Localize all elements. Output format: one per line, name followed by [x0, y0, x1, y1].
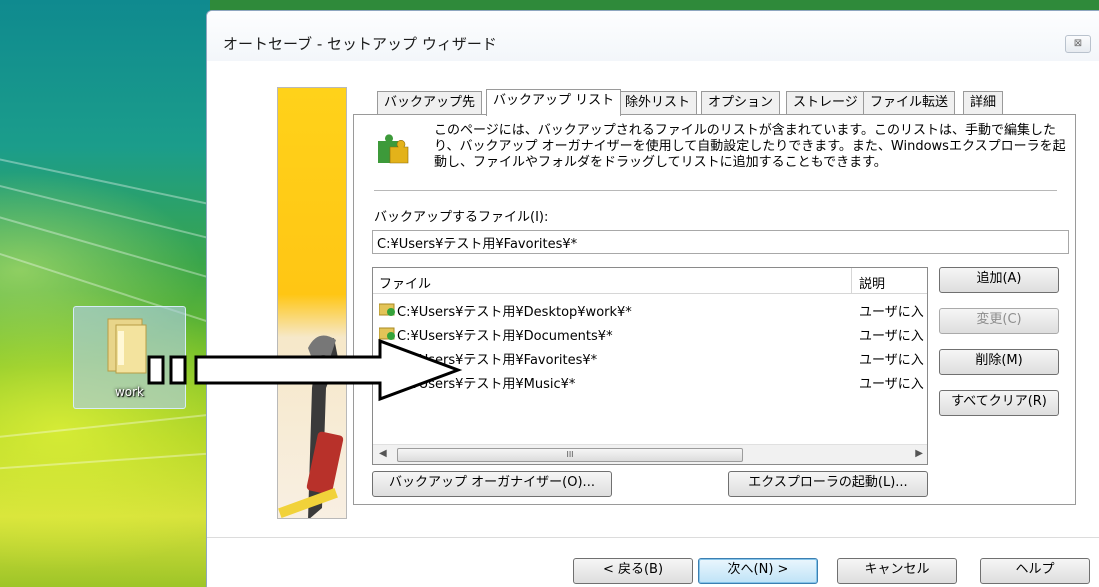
close-button[interactable]: ⊠	[1065, 35, 1091, 53]
wizard-client: バックアップ先 バックアップ リスト 除外リスト オプション ストレージ ファイ…	[207, 61, 1099, 587]
horizontal-scrollbar[interactable]: ◀ III ▶	[373, 444, 927, 464]
title-bar: オートセーブ - セットアップ ウィザード ⊠	[207, 11, 1099, 61]
wizard-side-image	[277, 87, 347, 519]
list-item-path: C:¥Users¥テスト用¥Desktop¥work¥*	[397, 305, 632, 320]
tab-details[interactable]: 詳細	[963, 91, 1004, 115]
cancel-button[interactable]: キャンセル	[837, 558, 957, 584]
list-item[interactable]: C:¥Users¥テスト用¥Favorites¥* ユーザに入	[373, 346, 927, 370]
column-header-file[interactable]: ファイル	[379, 273, 431, 292]
next-button[interactable]: 次へ(N) >	[698, 558, 818, 584]
list-item[interactable]: C:¥Users¥テスト用¥Documents¥* ユーザに入	[373, 322, 927, 346]
tab-backup-destination[interactable]: バックアップ先	[377, 91, 483, 115]
column-header-description[interactable]: 説明	[859, 273, 885, 292]
puzzle-icon	[378, 134, 409, 164]
page-description: このページには、バックアップされるファイルのリストが含まれています。このリストは…	[434, 123, 1066, 170]
tab-file-transfer[interactable]: ファイル転送	[863, 91, 956, 115]
list-item[interactable]: C:¥Users¥テスト用¥Desktop¥work¥* ユーザに入	[373, 298, 927, 322]
list-item-path: C:¥Users¥テスト用¥Favorites¥*	[397, 353, 598, 368]
list-item-description: ユーザに入	[859, 305, 924, 320]
scroll-thumb[interactable]: III	[397, 448, 743, 462]
list-item[interactable]: C:¥Users¥テスト用¥Music¥* ユーザに入	[373, 370, 927, 394]
files-to-backup-label: バックアップするファイル(I):	[374, 210, 549, 225]
back-button[interactable]: < 戻る(B)	[573, 558, 693, 584]
delete-button[interactable]: 削除(M)	[939, 349, 1059, 375]
scroll-right-icon[interactable]: ▶	[915, 448, 923, 459]
tab-backup-list[interactable]: バックアップ リスト	[486, 89, 622, 116]
list-item-description: ユーザに入	[859, 329, 924, 344]
footer-divider	[207, 537, 1099, 538]
files-to-backup-field[interactable]: C:¥Users¥テスト用¥Favorites¥*	[372, 230, 1069, 254]
desktop-icon-work[interactable]: work	[73, 306, 186, 409]
divider	[374, 190, 1057, 191]
setup-wizard-window: オートセーブ - セットアップ ウィザード ⊠ バックアップ先 バックアップ リ…	[206, 10, 1099, 587]
folder-add-icon	[379, 327, 395, 340]
folder-icon	[107, 318, 147, 374]
list-header: ファイル 説明	[373, 268, 927, 294]
backup-organizer-button[interactable]: バックアップ オーガナイザー(O)...	[372, 471, 612, 497]
help-button[interactable]: ヘルプ	[980, 558, 1090, 584]
list-item-path: C:¥Users¥テスト用¥Documents¥*	[397, 329, 613, 344]
backup-list-panel: このページには、バックアップされるファイルのリストが含まれています。このリストは…	[353, 114, 1076, 505]
tab-options[interactable]: オプション	[701, 91, 781, 115]
backup-file-list[interactable]: ファイル 説明 C:¥Users¥テスト用¥Desktop¥work¥* ユーザ…	[372, 267, 928, 465]
scroll-left-icon[interactable]: ◀	[379, 448, 387, 459]
launch-explorer-button[interactable]: エクスプローラの起動(L)...	[728, 471, 928, 497]
desktop-background	[0, 0, 260, 587]
column-separator	[851, 268, 852, 294]
list-item-path: C:¥Users¥テスト用¥Music¥*	[397, 377, 576, 392]
list-item-description: ユーザに入	[859, 377, 924, 392]
desktop-icon-label: work	[114, 385, 145, 399]
change-button[interactable]: 変更(C)	[939, 308, 1059, 334]
list-item-description: ユーザに入	[859, 353, 924, 368]
folder-add-icon	[379, 375, 395, 388]
tab-storage[interactable]: ストレージ	[786, 91, 865, 115]
tools-illustration	[278, 335, 344, 518]
folder-add-icon	[379, 303, 395, 316]
add-button[interactable]: 追加(A)	[939, 267, 1059, 293]
tab-exclude-list[interactable]: 除外リスト	[618, 91, 698, 115]
folder-add-icon	[379, 351, 395, 364]
clear-all-button[interactable]: すべてクリア(R)	[939, 390, 1059, 416]
window-title: オートセーブ - セットアップ ウィザード	[223, 35, 497, 53]
